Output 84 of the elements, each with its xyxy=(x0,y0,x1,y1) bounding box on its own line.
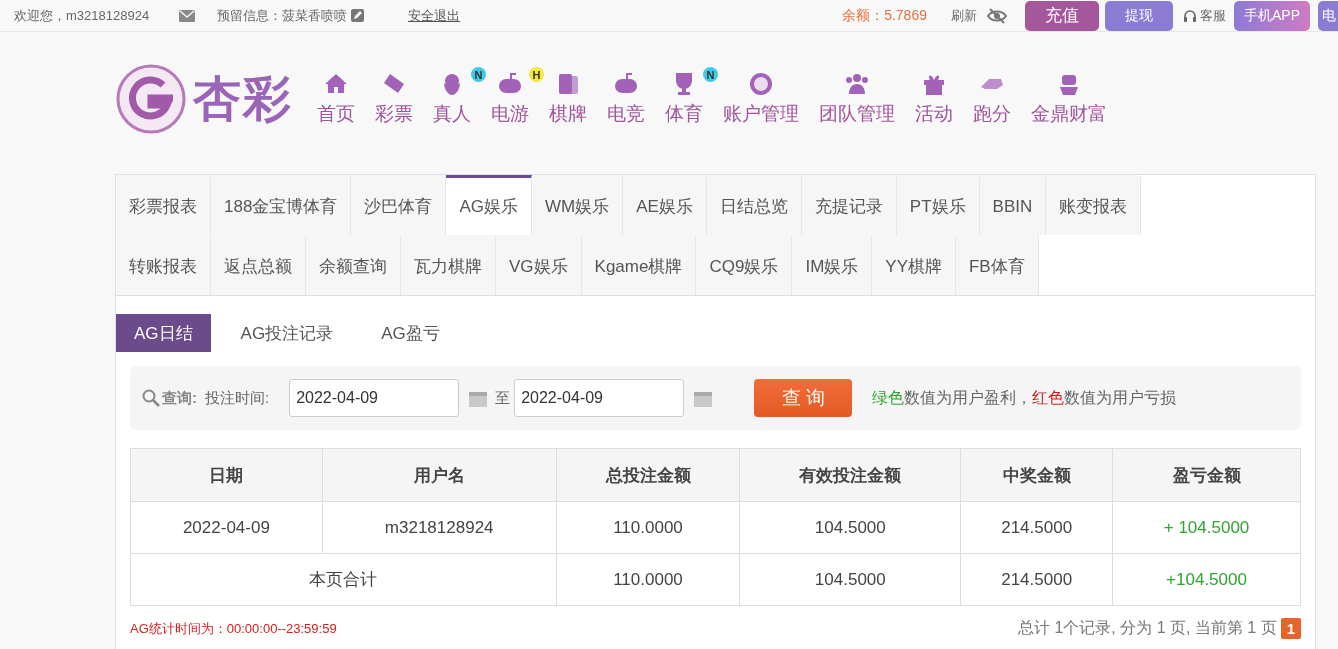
menu-button[interactable]: 电 xyxy=(1318,0,1338,31)
nav-item[interactable]: 金鼎财富 xyxy=(1031,71,1107,127)
search-icon xyxy=(142,389,160,407)
table-cell: 110.0000 xyxy=(556,553,740,606)
calendar-icon[interactable] xyxy=(469,389,488,407)
report-tab[interactable]: IM娱乐 xyxy=(792,235,873,295)
table-cell: 110.0000 xyxy=(556,501,740,554)
report-tab[interactable]: BBIN xyxy=(979,175,1047,235)
report-tab[interactable]: PT娱乐 xyxy=(896,175,980,235)
nav-item[interactable]: 活动 xyxy=(915,71,953,127)
nav-item[interactable]: 团队管理 xyxy=(819,71,895,127)
report-tab[interactable]: 返点总额 xyxy=(211,235,306,295)
query-label: 查询: xyxy=(162,388,197,408)
nav-item[interactable]: 棋牌 xyxy=(549,71,587,127)
withdraw-button[interactable]: 提现 xyxy=(1105,0,1173,31)
balance-text: 余额：5.7869 xyxy=(842,6,927,25)
logo-emblem-icon xyxy=(115,63,187,135)
report-tab[interactable]: YY棋牌 xyxy=(872,235,956,295)
nav-item[interactable]: 体育 xyxy=(665,71,703,127)
report-tab[interactable]: AG娱乐 xyxy=(446,175,532,235)
sub-tab[interactable]: AG盈亏 xyxy=(363,314,458,352)
welcome-text: 欢迎您，m3218128924 xyxy=(14,6,150,25)
mail-icon[interactable] xyxy=(179,9,196,22)
table-cell: 2022-04-09 xyxy=(130,501,323,554)
time-label: 投注时间: xyxy=(205,388,270,408)
report-tab[interactable]: CQ9娱乐 xyxy=(696,235,793,295)
column-header: 中奖金额 xyxy=(960,448,1113,502)
report-tab[interactable]: AE娱乐 xyxy=(623,175,707,235)
column-header: 总投注金额 xyxy=(556,448,740,502)
report-tab[interactable]: FB体育 xyxy=(956,235,1039,295)
report-tab[interactable]: 沙巴体育 xyxy=(351,175,447,235)
color-legend: 绿色数值为用户盈利，红色数值为用户亏损 xyxy=(872,387,1177,409)
table-cell: +104.5000 xyxy=(1112,553,1301,606)
nav-badge: H xyxy=(529,67,544,82)
table-cell: m3218128924 xyxy=(322,501,557,554)
nav-item[interactable]: 首页 xyxy=(317,71,355,127)
report-tab[interactable]: WM娱乐 xyxy=(531,175,624,235)
report-tab[interactable]: 日结总览 xyxy=(706,175,802,235)
end-date-field[interactable]: 2022-04-09 xyxy=(514,379,685,417)
stat-time-note: AG统计时间为：00:00:00--23:59:59 xyxy=(130,619,337,638)
report-tab[interactable]: 188金宝博体育 xyxy=(211,175,352,235)
start-date-field[interactable]: 2022-04-09 xyxy=(289,379,460,417)
nav-item[interactable]: 跑分 xyxy=(973,71,1011,127)
nav-item[interactable]: 彩票 xyxy=(375,71,413,127)
nav-item[interactable]: 电竞 xyxy=(607,71,645,127)
to-label: 至 xyxy=(495,388,511,408)
customer-service-link[interactable]: 客服 xyxy=(1200,6,1226,25)
column-header: 有效投注金额 xyxy=(739,448,961,502)
calendar-icon[interactable] xyxy=(694,389,713,407)
sub-tab[interactable]: AG日结 xyxy=(116,314,211,352)
refresh-link[interactable]: 刷新 xyxy=(951,6,977,25)
edit-icon[interactable] xyxy=(351,9,365,22)
column-header: 盈亏金额 xyxy=(1112,448,1301,502)
headset-icon[interactable] xyxy=(1183,8,1197,23)
report-tab[interactable]: Kgame棋牌 xyxy=(581,235,697,295)
group-icon xyxy=(844,71,870,97)
table-cell: 104.5000 xyxy=(739,501,961,554)
nav-item[interactable]: 账户管理 xyxy=(723,71,799,127)
column-header: 日期 xyxy=(130,448,323,502)
report-tab[interactable]: 余额查询 xyxy=(306,235,401,295)
column-header: 用户名 xyxy=(322,448,557,502)
coin-icon xyxy=(748,71,774,97)
deposit-button[interactable]: 充值 xyxy=(1025,0,1099,31)
eye-off-icon[interactable] xyxy=(987,7,1007,24)
table-cell: 214.5000 xyxy=(960,553,1113,606)
table-cell: 214.5000 xyxy=(960,501,1113,554)
report-tab[interactable]: 充提记录 xyxy=(801,175,897,235)
reserved-info: 预留信息：菠菜香喷喷 xyxy=(217,6,348,25)
report-tab[interactable]: VG娱乐 xyxy=(496,235,582,295)
table-cell: 104.5000 xyxy=(739,553,961,606)
report-tab[interactable]: 彩票报表 xyxy=(116,175,211,235)
nav-item[interactable]: 真人 xyxy=(433,71,471,127)
table-cell: + 104.5000 xyxy=(1112,501,1301,554)
total-label: 本页合计 xyxy=(130,553,557,606)
logout-link[interactable]: 安全退出 xyxy=(408,6,461,25)
sub-tab[interactable]: AG投注记录 xyxy=(222,314,352,352)
report-tab[interactable]: 瓦力棋牌 xyxy=(401,235,496,295)
nav-item[interactable]: 电游 xyxy=(491,71,529,127)
pagination-summary: 总计 1个记录, 分为 1 页, 当前第 1 页 xyxy=(1017,618,1277,638)
report-tab[interactable]: 账变报表 xyxy=(1046,175,1142,235)
nav-badge: N xyxy=(703,67,718,82)
report-tab[interactable]: 转账报表 xyxy=(116,235,211,295)
logo-text: 杏彩 xyxy=(193,69,293,128)
nav-badge: N xyxy=(471,67,486,82)
